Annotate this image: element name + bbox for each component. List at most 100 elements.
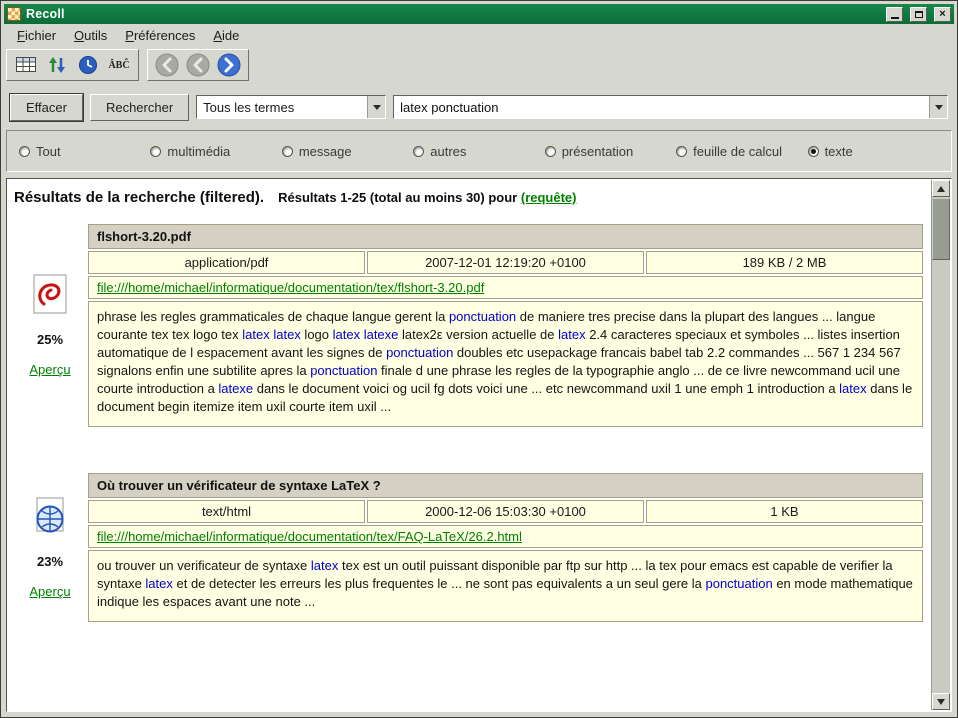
result-size: 1 KB	[646, 500, 923, 523]
filter-radio-multimedia[interactable]: multimédia	[150, 144, 281, 159]
snippet-text: et de detecter les erreurs les plus freq…	[173, 576, 706, 591]
highlighted-term: latex	[311, 558, 338, 573]
menu-fichier[interactable]: Fichier	[8, 25, 65, 46]
window-title: Recoll	[26, 7, 879, 21]
filter-label: feuille de calcul	[693, 144, 782, 159]
snippet-text: ou trouver un verificateur de syntaxe	[97, 558, 311, 573]
results-summary-label: Résultats	[278, 190, 337, 205]
menu-outils[interactable]: Outils	[65, 25, 116, 46]
results-header: Résultats de la recherche (filtered). Rés…	[8, 180, 931, 210]
result-url-row: file:///home/michael/informatique/docume…	[88, 276, 923, 299]
snippet-text: latex2ε version actuelle de	[398, 327, 558, 342]
highlighted-term: ponctuation	[449, 309, 516, 324]
filter-label: texte	[825, 144, 853, 159]
highlighted-term: ponctuation	[386, 345, 453, 360]
first-page-icon	[154, 52, 180, 78]
filter-radio-feuille-de-calcul[interactable]: feuille de calcul	[676, 144, 807, 159]
radio-icon	[282, 146, 293, 157]
minimize-icon	[891, 17, 899, 19]
filter-label: présentation	[562, 144, 634, 159]
clear-results-button[interactable]	[12, 53, 40, 77]
term-explorer-button[interactable]: ÂBĈ	[105, 53, 133, 77]
search-mode-dropdown-button[interactable]	[367, 96, 385, 118]
preview-link[interactable]: Aperçu	[29, 584, 70, 599]
filter-radio-presentation[interactable]: présentation	[545, 144, 676, 159]
results-range: 1-25 (total au moins 30)	[340, 190, 484, 205]
result-meta-row: text/html2000-12-06 15:03:30 +01001 KB	[88, 500, 923, 523]
maximize-button[interactable]	[910, 7, 927, 22]
preview-link[interactable]: Aperçu	[29, 362, 70, 377]
maximize-icon	[915, 11, 923, 18]
pdf-icon	[32, 274, 68, 317]
result-url-link[interactable]: file:///home/michael/informatique/docume…	[97, 280, 484, 295]
chevron-down-icon	[373, 105, 381, 110]
app-icon	[7, 7, 21, 21]
minimize-button[interactable]	[886, 7, 903, 22]
radio-icon	[150, 146, 161, 157]
query-history-dropdown-button[interactable]	[929, 96, 947, 118]
results-summary: Résultats 1-25 (total au moins 30) pour …	[278, 190, 576, 205]
query-combobox	[393, 95, 948, 119]
clear-search-button[interactable]: Effacer	[10, 94, 83, 121]
filter-radio-tout[interactable]: Tout	[19, 144, 150, 159]
scroll-thumb[interactable]	[932, 198, 950, 260]
results-summary-connector: pour	[488, 190, 517, 205]
history-clock-icon	[78, 55, 98, 75]
html-icon	[32, 496, 68, 539]
chevron-down-icon	[935, 105, 943, 110]
highlighted-term: latex	[145, 576, 172, 591]
menu-aide[interactable]: Aide	[204, 25, 248, 46]
titlebar[interactable]: Recoll ×	[4, 4, 954, 24]
highlighted-term: ponctuation	[705, 576, 772, 591]
history-button[interactable]	[74, 53, 102, 77]
previous-page-button[interactable]	[184, 53, 212, 77]
search-row: Effacer Rechercher Tous les termes	[10, 93, 948, 121]
clear-results-icon	[15, 55, 37, 75]
highlighted-term: latex	[558, 327, 585, 342]
search-mode-value: Tous les termes	[197, 96, 367, 118]
recoll-window: Recoll × FichierOutilsPréférencesAide	[0, 0, 958, 718]
filter-radio-message[interactable]: message	[282, 144, 413, 159]
results-scrollbar[interactable]	[931, 180, 950, 710]
menubar: FichierOutilsPréférencesAide	[4, 24, 954, 47]
radio-icon	[545, 146, 556, 157]
result-entry: 25%Aperçuflshort-3.20.pdfapplication/pdf…	[12, 224, 923, 427]
result-list: 25%Aperçuflshort-3.20.pdfapplication/pdf…	[8, 224, 931, 622]
filter-radio-texte[interactable]: texte	[808, 144, 939, 159]
sort-by-date-button[interactable]	[43, 53, 71, 77]
result-url-row: file:///home/michael/informatique/docume…	[88, 525, 923, 548]
spellcheck-icon: ÂBĈ	[108, 60, 129, 71]
filter-radio-autres[interactable]: autres	[413, 144, 544, 159]
next-page-icon	[216, 52, 242, 78]
search-mode-select[interactable]: Tous les termes	[196, 95, 386, 119]
filter-label: Tout	[36, 144, 61, 159]
results-title: Résultats de la recherche (filtered).	[14, 189, 264, 206]
result-snippet: ou trouver un verificateur de syntaxe la…	[88, 550, 923, 622]
result-url-link[interactable]: file:///home/michael/informatique/docume…	[97, 529, 522, 544]
filter-label: autres	[430, 144, 466, 159]
highlighted-term: latexe	[218, 381, 253, 396]
toolbar: ÂBĈ	[4, 47, 954, 85]
scroll-down-button[interactable]	[932, 693, 950, 710]
scroll-up-button[interactable]	[932, 180, 950, 197]
search-button[interactable]: Rechercher	[90, 94, 189, 121]
result-left-column: 23%Aperçu	[12, 473, 88, 622]
result-entry: 23%AperçuOù trouver un vérificateur de s…	[12, 473, 923, 622]
close-button[interactable]: ×	[934, 7, 951, 22]
result-date: 2007-12-01 12:19:20 +0100	[367, 251, 644, 274]
radio-icon	[808, 146, 819, 157]
query-link[interactable]: (requête)	[521, 190, 577, 205]
snippet-text: dans le document voici og ucil fg dots v…	[253, 381, 839, 396]
radio-icon	[413, 146, 424, 157]
result-title: Où trouver un vérificateur de syntaxe La…	[88, 473, 923, 498]
first-page-button[interactable]	[153, 53, 181, 77]
scroll-track[interactable]	[932, 261, 950, 693]
radio-icon	[19, 146, 30, 157]
next-page-button[interactable]	[215, 53, 243, 77]
snippet-text: phrase les regles grammaticales de chaqu…	[97, 309, 449, 324]
results-panel: Résultats de la recherche (filtered). Rés…	[6, 178, 952, 712]
menu-preferences[interactable]: Préférences	[116, 25, 204, 46]
result-mime: text/html	[88, 500, 365, 523]
toolgroup-main: ÂBĈ	[6, 49, 139, 81]
query-input[interactable]	[394, 96, 929, 118]
